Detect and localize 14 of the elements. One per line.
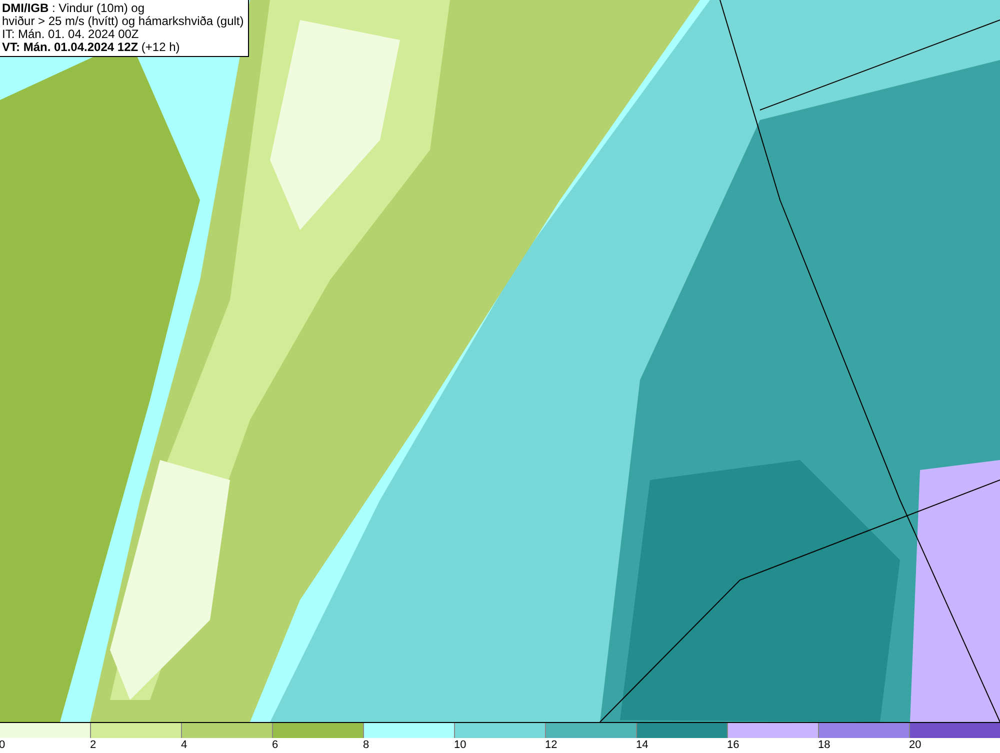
info-line: DMI/IGB : Vindur (10m) og bbox=[2, 2, 146, 15]
legend-tick-label: 18 bbox=[818, 738, 830, 753]
legend-tick-label: 6 bbox=[272, 738, 278, 753]
legend-tick-label: 12 bbox=[545, 738, 558, 753]
legend-tick-label: 8 bbox=[363, 738, 370, 753]
legend-tick-label: 4 bbox=[181, 738, 188, 753]
info-line: VT: Mán. 01.04.2024 12Z (+12 h) bbox=[2, 41, 181, 54]
legend-tick-label: 14 bbox=[636, 738, 648, 753]
legend-tick-label: 16 bbox=[727, 738, 740, 753]
legend-tick-label: 2 bbox=[90, 738, 96, 753]
legend-tick-label: 20 bbox=[909, 738, 922, 753]
legend-tick-label: 10 bbox=[454, 738, 466, 753]
info-line: IT: Mán. 01. 04. 2024 00Z bbox=[2, 28, 140, 41]
info-line: hviður > 25 m/s (hvítt) og hámarkshviða (gult) bbox=[2, 15, 244, 28]
